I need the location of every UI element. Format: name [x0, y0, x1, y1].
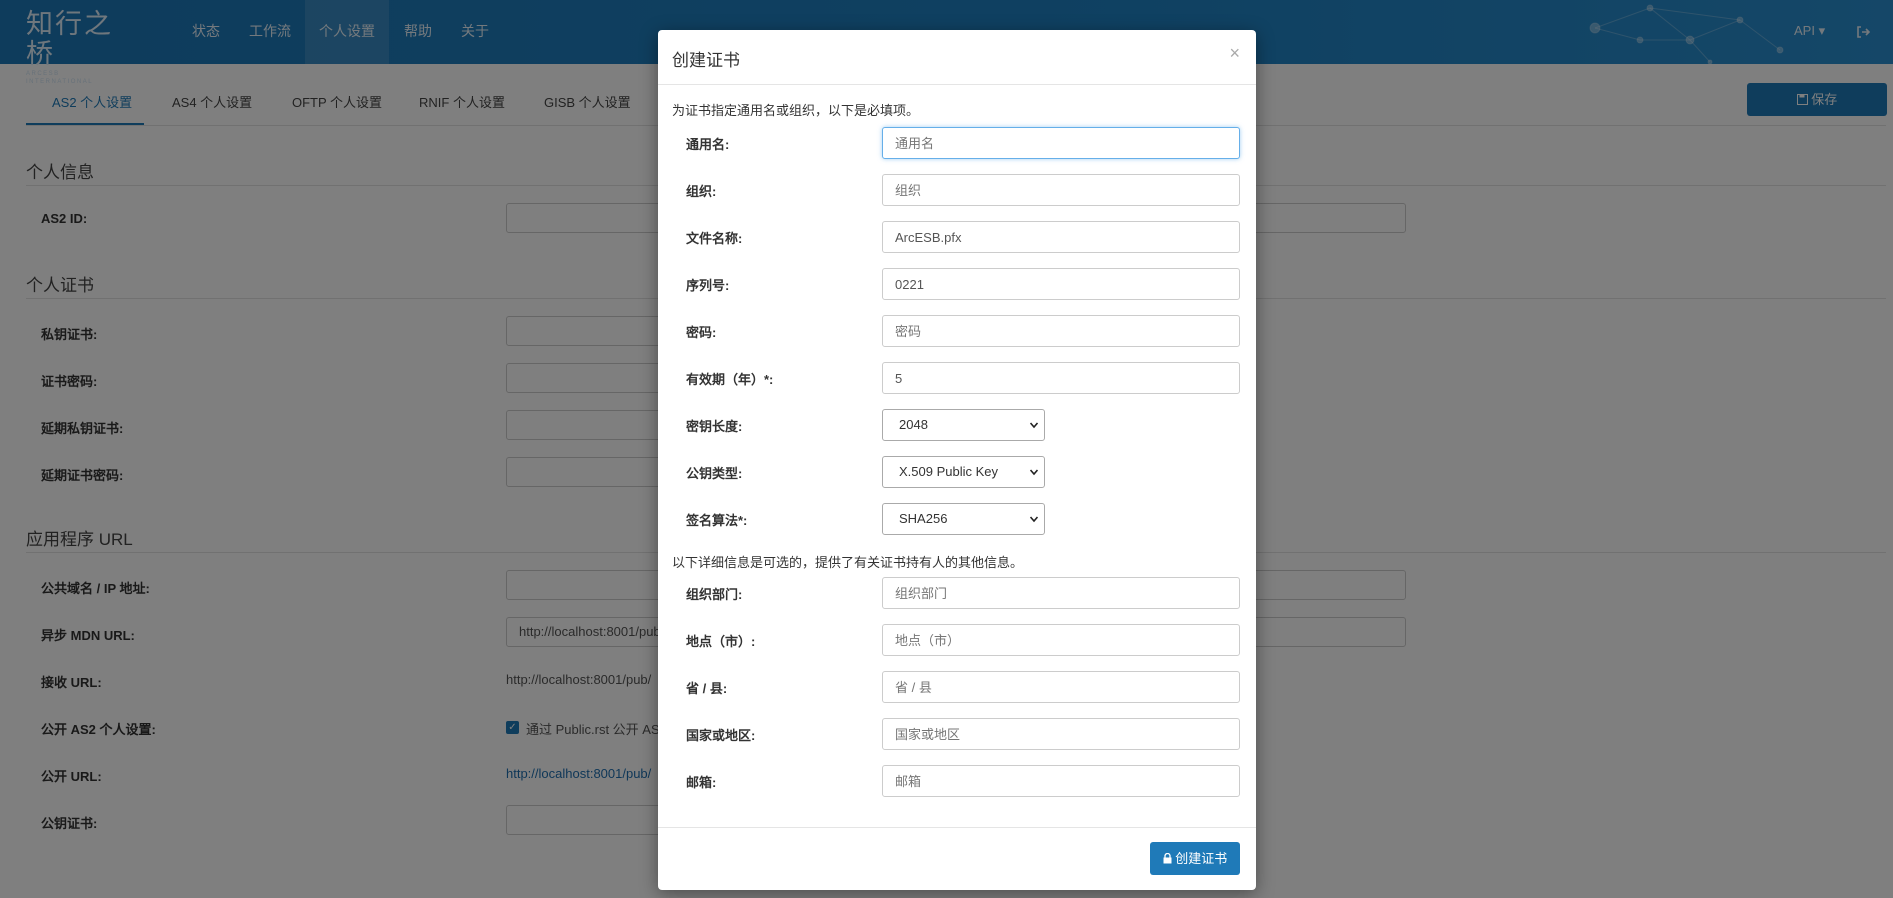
common-name-input[interactable]	[882, 127, 1240, 159]
modal-title: 创建证书	[672, 51, 740, 70]
signature-alg-value: SHA256	[899, 511, 948, 526]
modal-footer-divider	[658, 827, 1256, 828]
email-label: 邮箱:	[686, 775, 717, 790]
public-key-type-value: X.509 Public Key	[899, 464, 999, 479]
email-input[interactable]	[882, 765, 1240, 797]
key-length-value: 2048	[899, 417, 928, 432]
country-input[interactable]	[882, 718, 1240, 750]
org-unit-input[interactable]	[882, 577, 1240, 609]
filename-label: 文件名称:	[686, 231, 743, 246]
public-key-type-label: 公钥类型:	[686, 466, 743, 481]
locality-input[interactable]	[882, 624, 1240, 656]
create-cert-button-label: 创建证书	[1175, 851, 1228, 866]
serial-label: 序列号:	[686, 278, 730, 293]
signature-alg-select[interactable]: SHA256	[882, 503, 1045, 535]
validity-input[interactable]	[882, 362, 1240, 394]
required-note: 为证书指定通用名或组织，以下是必填项。	[672, 103, 920, 118]
password-label: 密码:	[686, 325, 717, 340]
country-label: 国家或地区:	[686, 728, 756, 743]
optional-note: 以下详细信息是可选的，提供了有关证书持有人的其他信息。	[672, 555, 1024, 570]
key-length-select[interactable]: 2048	[882, 409, 1045, 441]
organization-label: 组织:	[686, 184, 717, 199]
org-unit-label: 组织部门:	[686, 587, 743, 602]
key-length-label: 密钥长度:	[686, 419, 743, 434]
signature-alg-label: 签名算法*:	[686, 513, 748, 528]
state-input[interactable]	[882, 671, 1240, 703]
filename-input[interactable]	[882, 221, 1240, 253]
lock-icon	[1163, 852, 1172, 864]
common-name-label: 通用名:	[686, 137, 730, 152]
chevron-down-icon	[1030, 422, 1038, 429]
public-key-type-select[interactable]: X.509 Public Key	[882, 456, 1045, 488]
chevron-down-icon	[1030, 516, 1038, 523]
state-label: 省 / 县:	[686, 681, 728, 696]
validity-label: 有效期（年）*:	[686, 372, 774, 387]
password-input[interactable]	[882, 315, 1240, 347]
organization-input[interactable]	[882, 174, 1240, 206]
locality-label: 地点（市）:	[686, 634, 756, 649]
close-icon[interactable]: ×	[1229, 44, 1240, 62]
create-cert-button[interactable]: 创建证书	[1150, 842, 1240, 875]
modal-header-divider	[658, 84, 1256, 85]
create-cert-modal: 创建证书 × 为证书指定通用名或组织，以下是必填项。 通用名: 组织: 文件名称…	[658, 30, 1256, 890]
chevron-down-icon	[1030, 469, 1038, 476]
serial-input[interactable]	[882, 268, 1240, 300]
